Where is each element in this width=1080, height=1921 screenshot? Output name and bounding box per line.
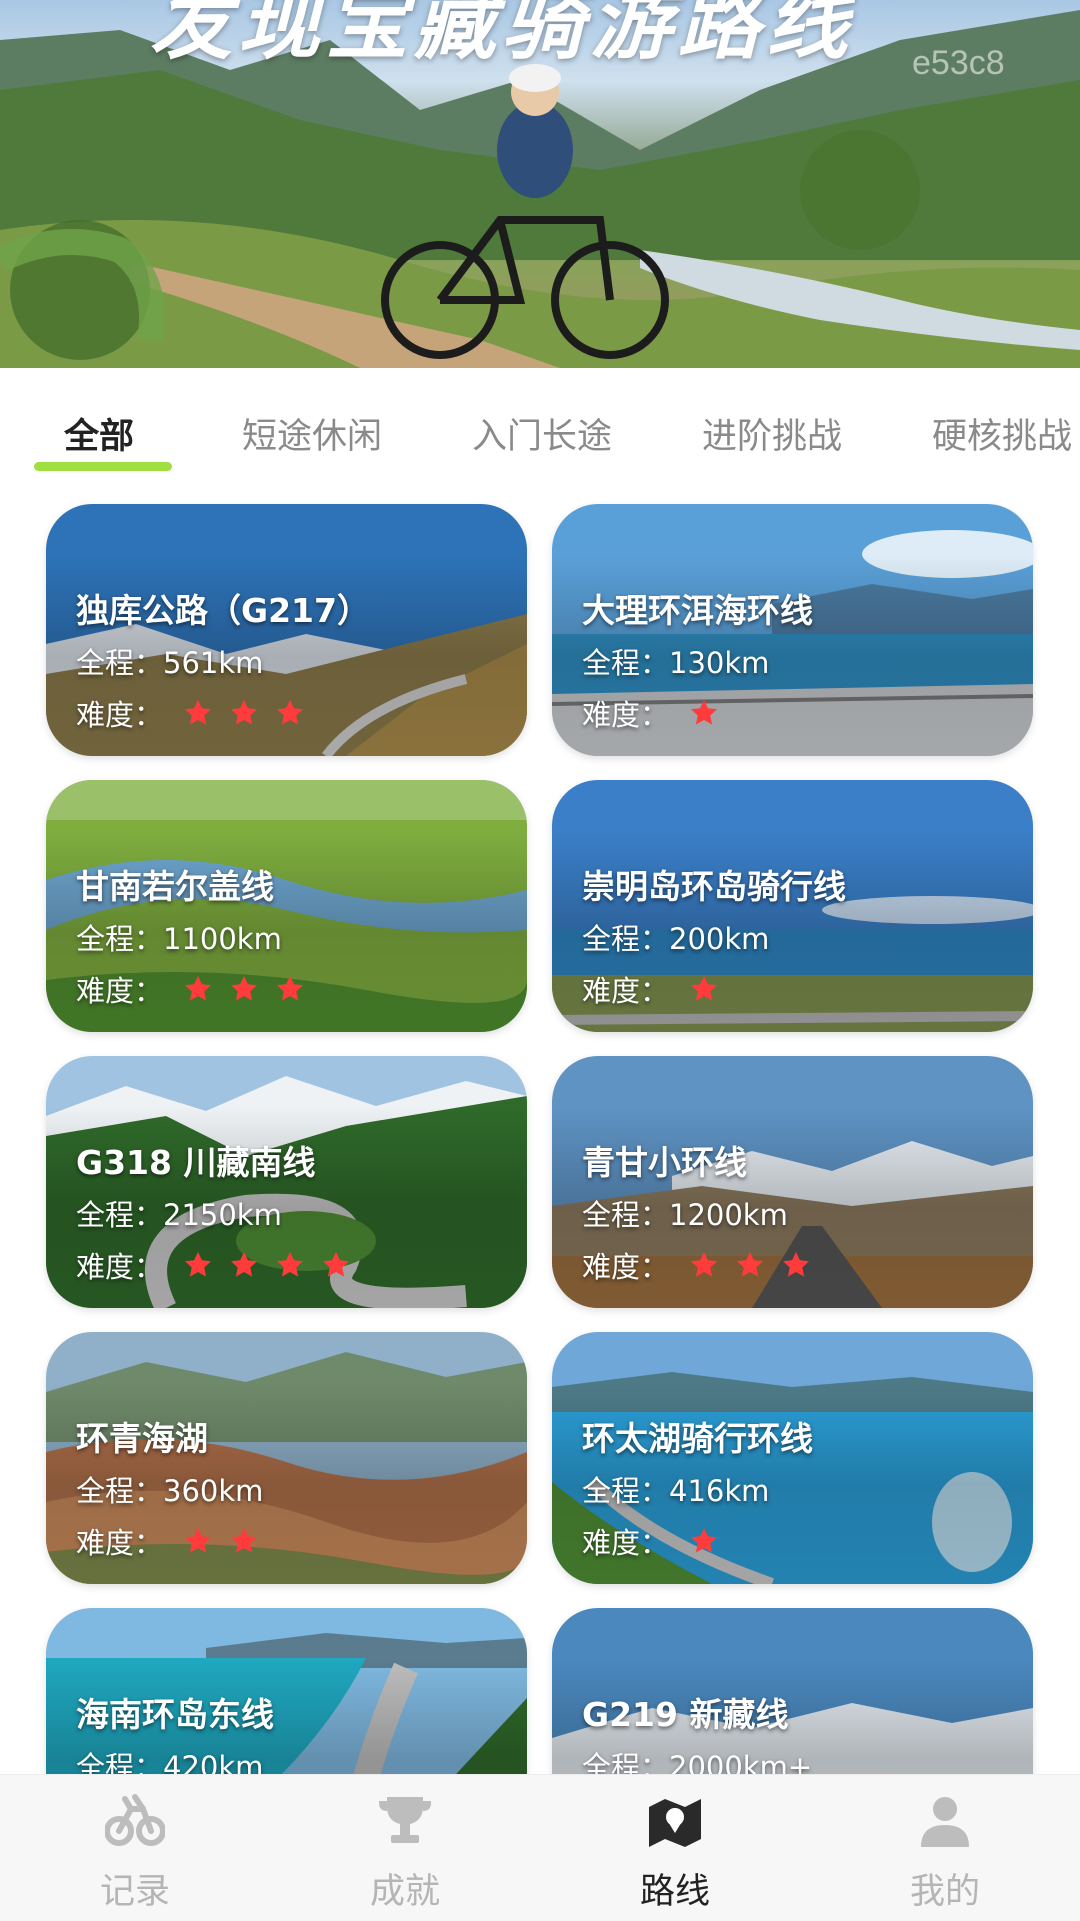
route-name: 海南环岛东线 [76, 1695, 274, 1734]
nav-label: 我的 [909, 1872, 980, 1912]
route-name: 独库公路（G217） [76, 591, 370, 630]
route-grid: 独库公路（G217） 全程：561km 难度： 大理环洱海环线 全程：130km… [0, 478, 1080, 1774]
route-distance: 全程：360km [76, 1474, 264, 1508]
route-difficulty: 难度： [76, 1244, 367, 1286]
difficulty-label: 难度： [76, 974, 164, 1008]
star-icon [691, 1251, 718, 1277]
star-icon [185, 1251, 212, 1277]
route-distance: 全程：1100km [76, 922, 282, 956]
tab-beginner-long[interactable]: 入门长途 [472, 408, 612, 459]
route-distance: 全程：416km [582, 1474, 770, 1508]
star-icon [185, 1527, 212, 1553]
star-icon [231, 699, 258, 725]
nav-label: 成就 [369, 1872, 440, 1912]
route-difficulty: 难度： [582, 692, 735, 734]
route-card[interactable]: 环太湖骑行环线 全程：416km 难度： [552, 1332, 1033, 1584]
star-icon [277, 1251, 304, 1277]
tab-short-leisure[interactable]: 短途休闲 [242, 408, 382, 459]
route-card[interactable]: 青甘小环线 全程：1200km 难度： [552, 1056, 1033, 1308]
difficulty-label: 难度： [76, 1250, 164, 1284]
bottom-navigation: 记录 成就 路线 我的 [0, 1774, 1080, 1921]
difficulty-label: 难度： [76, 1526, 164, 1560]
route-name: 青甘小环线 [582, 1143, 747, 1182]
route-distance: 全程：1200km [582, 1198, 788, 1232]
difficulty-stars [183, 974, 321, 1004]
active-tab-indicator [34, 462, 172, 471]
star-icon [231, 1527, 258, 1553]
route-distance: 全程：130km [582, 646, 770, 680]
nav-profile[interactable]: 我的 [810, 1775, 1080, 1921]
difficulty-stars [689, 1250, 827, 1280]
hero-watermark: e53c8 [912, 44, 1005, 82]
star-icon [277, 975, 304, 1001]
difficulty-stars [689, 1526, 735, 1556]
route-distance: 全程：561km [76, 646, 264, 680]
difficulty-stars [689, 698, 735, 728]
difficulty-stars [689, 974, 735, 1004]
route-difficulty: 难度： [582, 968, 735, 1010]
route-name: 环青海湖 [76, 1419, 208, 1458]
star-icon [231, 975, 258, 1001]
star-icon [323, 1251, 350, 1277]
route-card[interactable]: G318 川藏南线 全程：2150km 难度： [46, 1056, 527, 1308]
route-name: 大理环洱海环线 [582, 591, 813, 630]
bike-icon [105, 1794, 165, 1846]
star-icon [691, 1527, 718, 1553]
route-distance: 全程：420km [76, 1750, 264, 1774]
difficulty-stars [183, 1250, 367, 1280]
trophy-icon [379, 1797, 431, 1843]
route-card[interactable]: 崇明岛环岛骑行线 全程：200km 难度： [552, 780, 1033, 1032]
difficulty-stars [183, 698, 321, 728]
route-distance: 全程：2150km [76, 1198, 282, 1232]
difficulty-label: 难度： [582, 974, 670, 1008]
user-icon [921, 1797, 969, 1847]
route-name: G318 川藏南线 [76, 1143, 316, 1182]
route-difficulty: 难度： [582, 1520, 735, 1562]
star-icon [783, 1251, 810, 1277]
route-name: G219 新藏线 [582, 1695, 789, 1734]
nav-label: 路线 [639, 1872, 710, 1912]
route-name: 崇明岛环岛骑行线 [582, 867, 846, 906]
route-card[interactable]: 甘南若尔盖线 全程：1100km 难度： [46, 780, 527, 1032]
star-icon [691, 975, 718, 1001]
nav-achievements[interactable]: 成就 [270, 1775, 540, 1921]
route-name: 环太湖骑行环线 [582, 1419, 813, 1458]
star-icon [277, 699, 304, 725]
route-card[interactable]: G219 新藏线 全程：2000km+ [552, 1608, 1033, 1774]
tab-all[interactable]: 全部 [64, 408, 134, 459]
route-card[interactable]: 独库公路（G217） 全程：561km 难度： [46, 504, 527, 756]
tab-advanced-challenge[interactable]: 进阶挑战 [702, 408, 842, 459]
route-difficulty: 难度： [76, 1520, 275, 1562]
category-tabs: 全部 短途休闲 入门长途 进阶挑战 硬核挑战 [0, 368, 1080, 478]
nav-routes[interactable]: 路线 [540, 1775, 810, 1921]
difficulty-label: 难度： [582, 1250, 670, 1284]
route-card[interactable]: 环青海湖 全程：360km 难度： [46, 1332, 527, 1584]
nav-label: 记录 [99, 1872, 170, 1912]
star-icon [691, 699, 718, 725]
difficulty-label: 难度： [76, 698, 164, 732]
tab-hardcore-challenge[interactable]: 硬核挑战 [932, 408, 1072, 459]
route-difficulty: 难度： [76, 968, 321, 1010]
star-icon [737, 1251, 764, 1277]
route-card[interactable]: 大理环洱海环线 全程：130km 难度： [552, 504, 1033, 756]
hero-title: 发现宝藏骑游路线 [150, 0, 854, 71]
route-card[interactable]: 海南环岛东线 全程：420km [46, 1608, 527, 1774]
difficulty-label: 难度： [582, 1526, 670, 1560]
route-distance: 全程：2000km+ [582, 1750, 813, 1774]
map-icon [649, 1799, 701, 1847]
route-difficulty: 难度： [76, 692, 321, 734]
star-icon [185, 699, 212, 725]
route-difficulty: 难度： [582, 1244, 827, 1286]
star-icon [185, 975, 212, 1001]
route-name: 甘南若尔盖线 [76, 867, 274, 906]
hero-banner: 发现宝藏骑游路线 e53c8 [0, 0, 1080, 368]
difficulty-stars [183, 1526, 275, 1556]
route-distance: 全程：200km [582, 922, 770, 956]
difficulty-label: 难度： [582, 698, 670, 732]
star-icon [231, 1251, 258, 1277]
nav-record[interactable]: 记录 [0, 1775, 270, 1921]
